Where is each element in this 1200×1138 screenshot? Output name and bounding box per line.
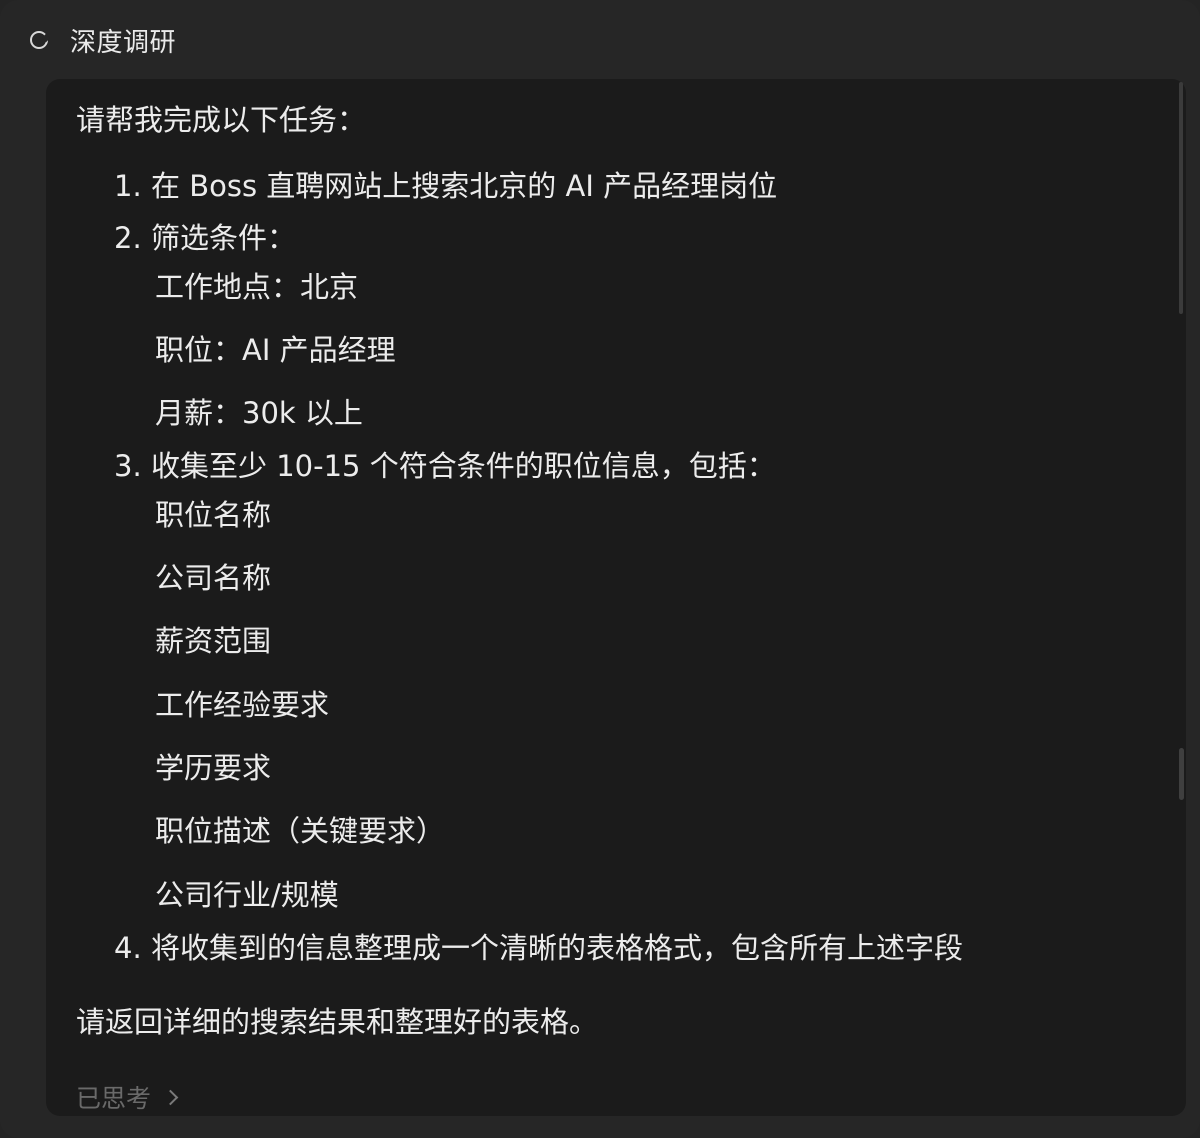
scrollbar-thumb[interactable] [1179,82,1183,314]
list-item-number: 4. [114,931,142,965]
list-item-text: 筛选条件： [151,221,297,255]
sub-item: 学历要求 [155,751,272,785]
list-item-text: 将收集到的信息整理成一个清晰的表格格式，包含所有上述字段 [151,931,964,965]
header: 深度调研 [30,22,176,58]
sub-item: 公司行业/规模 [155,878,339,912]
message-closing: 请返回详细的搜索结果和整理好的表格。 [76,1005,599,1039]
sub-item: 月薪：30k 以上 [155,396,363,430]
list-item-text: 在 Boss 直聘网站上搜索北京的 AI 产品经理岗位 [151,169,778,203]
header-title: 深度调研 [70,27,177,58]
list-item-number: 1. [114,169,142,203]
chevron-right-icon [162,1089,179,1105]
deep-research-window: 深度调研 请帮我完成以下任务： 1. 在 Boss 直聘网站上搜索北京的 AI … [0,0,1200,1138]
loading-spinner-icon [30,31,48,49]
thought-toggle[interactable]: 已思考 [76,1079,179,1115]
sub-item: 工作地点：北京 [155,270,359,304]
sub-item: 公司名称 [155,561,272,595]
sub-item: 职位名称 [155,498,272,532]
message-intro: 请帮我完成以下任务： [76,103,367,137]
sub-item: 职位：AI 产品经理 [155,333,396,367]
list-item-number: 2. [114,221,142,255]
sub-item: 薪资范围 [155,624,272,658]
thought-label: 已思考 [76,1084,152,1113]
scrollbar[interactable] [1177,80,1185,1115]
list-item-text: 收集至少 10-15 个符合条件的职位信息，包括： [151,449,776,483]
sub-item: 职位描述（关键要求） [155,814,446,848]
sub-item: 工作经验要求 [155,688,330,722]
list-item-number: 3. [114,449,142,483]
scrollbar-marker [1179,748,1184,800]
